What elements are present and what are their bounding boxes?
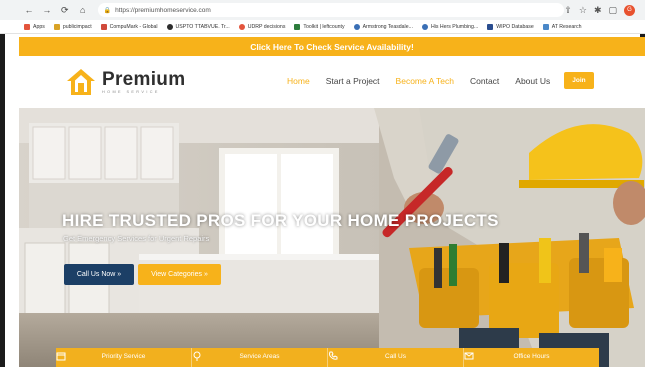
house-logo-icon <box>66 68 96 96</box>
service-availability-banner[interactable]: Click Here To Check Service Availability… <box>19 37 645 56</box>
bookmark-item[interactable]: publicimpact <box>53 23 92 30</box>
apps-grid-icon <box>24 23 30 30</box>
menu-item-contact[interactable]: Contact <box>470 76 499 86</box>
bookmarks-bar: Apps publicimpact CompuMark - Global USP… <box>0 20 645 34</box>
brand-name: Premium <box>102 69 186 90</box>
bookmark-favicon-icon <box>353 23 360 30</box>
menu-item-about[interactable]: About Us <box>515 76 550 86</box>
brand-subtitle: HOME SERVICE <box>102 90 160 94</box>
star-icon[interactable]: ☆ <box>579 5 587 16</box>
info-priority-service[interactable]: Priority Service <box>56 348 192 367</box>
home-icon[interactable]: ⌂ <box>76 3 90 17</box>
hero-section: HIRE TRUSTED PROS FOR YOUR HOME PROJECTS… <box>19 108 645 367</box>
page-frame-left <box>0 34 5 367</box>
bookmark-favicon-icon <box>53 23 60 30</box>
bookmark-favicon-icon <box>542 23 549 30</box>
browser-toolbar: ← → ⟳ ⌂ 🔒 https://premiumhomeservice.com… <box>0 0 645 20</box>
bookmark-favicon-icon <box>166 23 173 30</box>
share-icon[interactable]: ⇪ <box>564 5 572 16</box>
hero-title: HIRE TRUSTED PROS FOR YOUR HOME PROJECTS <box>62 211 499 230</box>
service-info-bar: Priority Service Service Areas Call Us O… <box>56 348 599 367</box>
bookmark-favicon-icon <box>421 23 428 30</box>
menu-item-start-project[interactable]: Start a Project <box>326 76 380 86</box>
map-pin-icon <box>193 351 201 361</box>
bookmark-apps[interactable]: Apps <box>24 23 45 30</box>
bookmark-favicon-icon <box>294 23 301 30</box>
bookmark-item[interactable]: USPTO TTABVUE. Tr... <box>166 23 230 30</box>
forward-icon[interactable]: → <box>40 3 54 17</box>
phone-icon <box>329 351 338 360</box>
menu-item-become-tech[interactable]: Become A Tech <box>396 76 454 86</box>
envelope-icon <box>464 352 474 360</box>
site-logo[interactable]: Premium HOME SERVICE <box>66 68 185 96</box>
banner-text: Click Here To Check Service Availability… <box>250 41 414 52</box>
menu-item-home[interactable]: Home <box>287 76 310 86</box>
view-categories-button[interactable]: View Categories » <box>138 264 221 285</box>
address-bar[interactable]: 🔒 https://premiumhomeservice.com <box>97 3 565 17</box>
site-header: Premium HOME SERVICE Home Start a Projec… <box>19 56 645 108</box>
extension-icon[interactable]: ✱ <box>594 5 602 16</box>
bookmark-favicon-icon <box>100 23 107 30</box>
bookmark-item[interactable]: AT Research <box>542 23 582 30</box>
calendar-icon <box>56 352 66 361</box>
info-label: Call Us <box>385 353 406 360</box>
profile-avatar[interactable]: G <box>624 4 636 16</box>
window-icon[interactable]: ▢ <box>609 5 618 16</box>
call-us-now-button[interactable]: Call Us Now » <box>64 264 134 285</box>
bookmark-favicon-icon <box>487 23 494 30</box>
bookmark-favicon-icon <box>238 23 245 30</box>
lock-icon: 🔒 <box>103 7 112 14</box>
reload-icon[interactable]: ⟳ <box>58 3 72 17</box>
bookmark-item[interactable]: Armstrong Teasdale... <box>353 23 413 30</box>
main-menu: Home Start a Project Become A Tech Conta… <box>287 72 594 89</box>
info-label: Service Areas <box>239 353 280 360</box>
hero-subtitle: Get Emergency Services for Urgent Repair… <box>63 234 210 243</box>
bookmark-item[interactable]: WIPO Database <box>487 23 534 30</box>
url-text: https://premiumhomeservice.com <box>115 6 211 14</box>
info-call-us[interactable]: Call Us <box>328 348 464 367</box>
bookmark-item[interactable]: CompuMark - Global <box>100 23 158 30</box>
join-button[interactable]: Join <box>564 72 594 89</box>
bookmark-item[interactable]: Toolkit | leftcounty <box>294 23 345 30</box>
info-label: Priority Service <box>101 353 146 360</box>
back-icon[interactable]: ← <box>22 3 36 17</box>
info-label: Office Hours <box>513 353 550 360</box>
info-office-hours[interactable]: Office Hours <box>464 348 599 367</box>
bookmark-item[interactable]: His Hers Plumbing... <box>421 23 478 30</box>
bookmark-item[interactable]: UDRP decisions <box>238 23 285 30</box>
info-service-areas[interactable]: Service Areas <box>192 348 328 367</box>
